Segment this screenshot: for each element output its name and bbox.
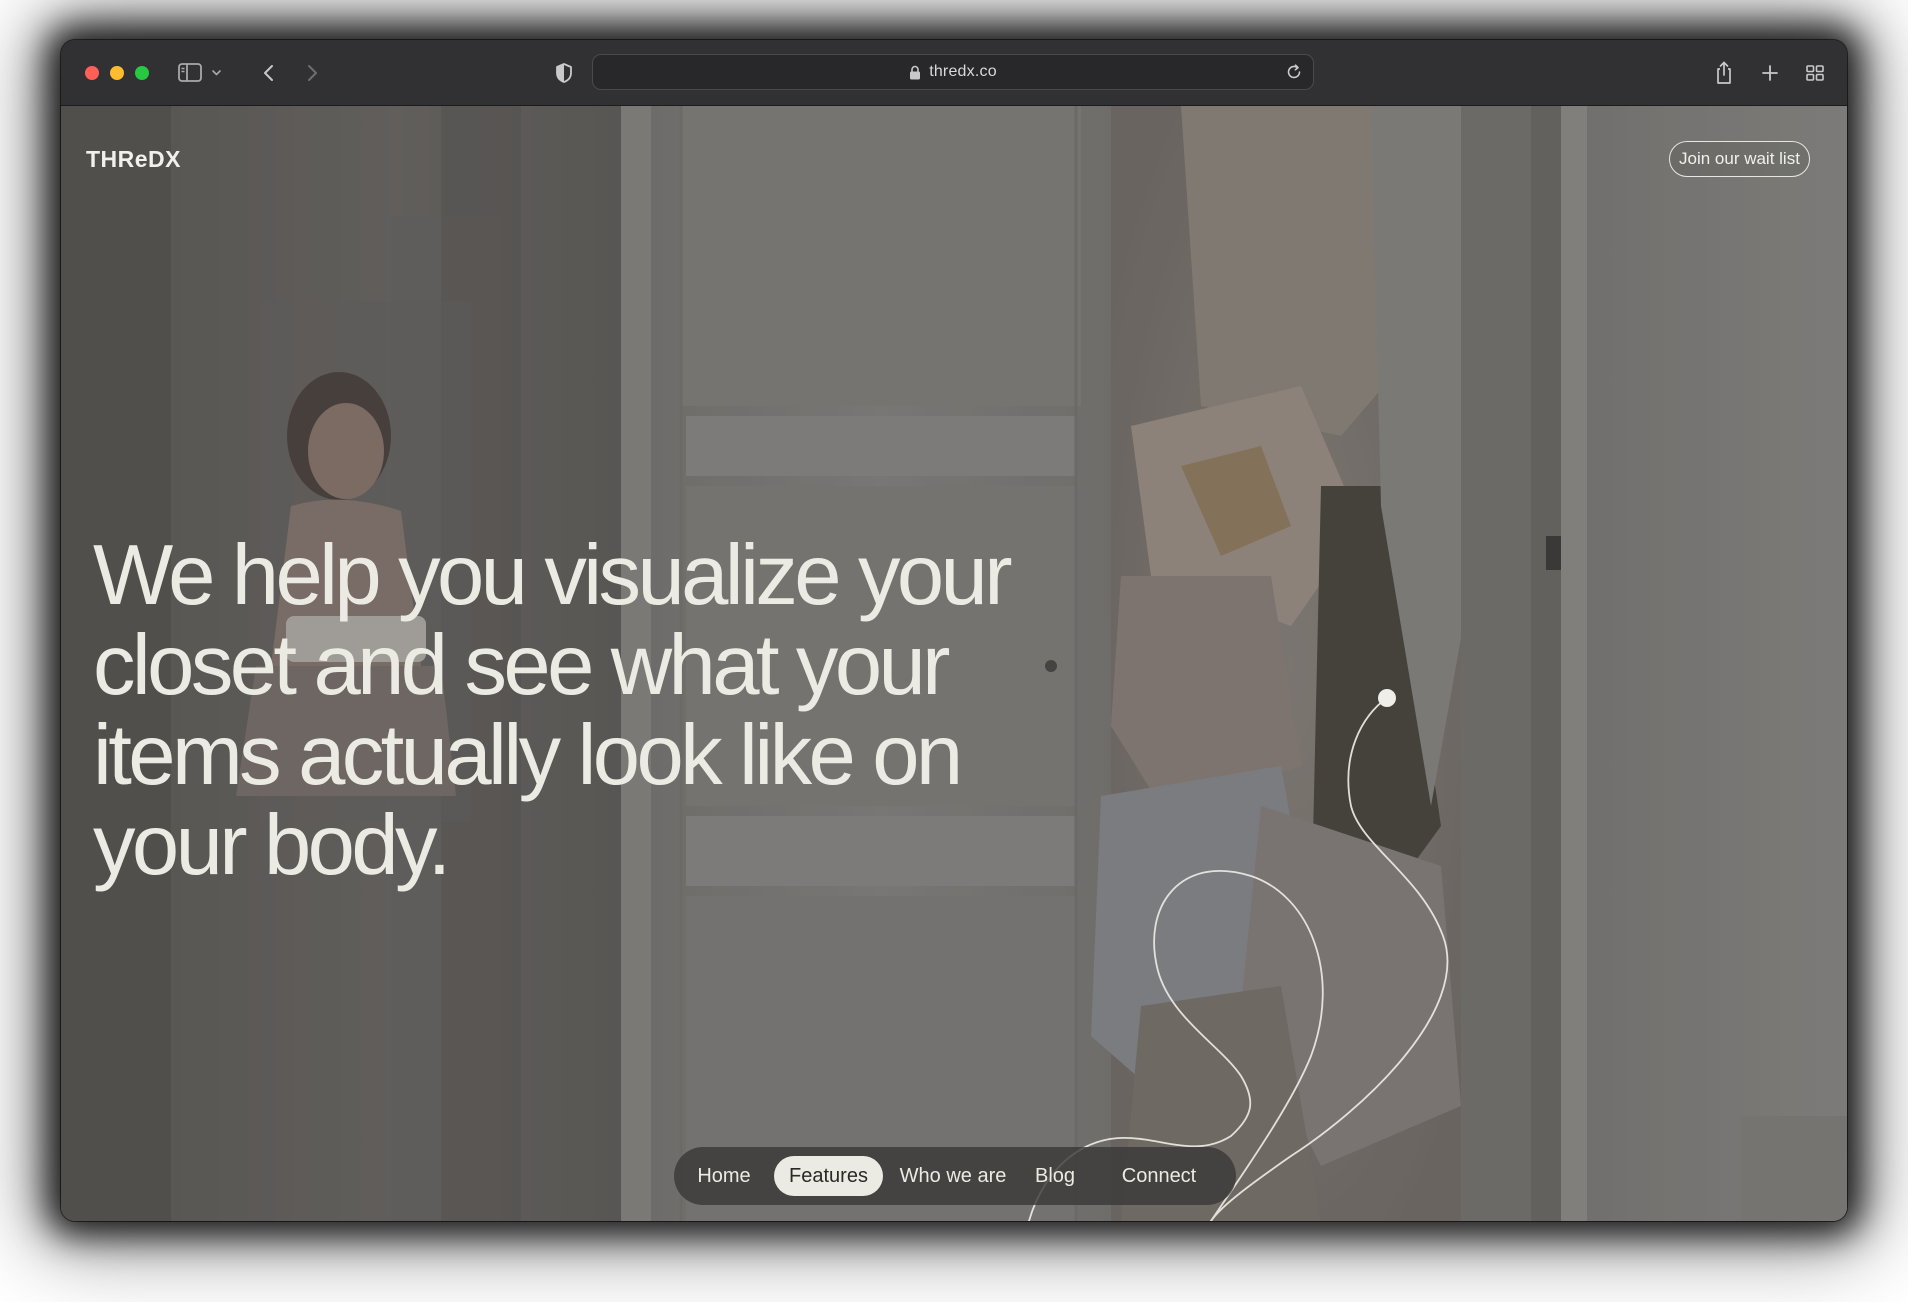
close-window-button[interactable] — [85, 66, 99, 80]
privacy-report-button[interactable] — [552, 58, 576, 88]
tab-overview-button[interactable] — [1803, 58, 1827, 88]
tab-grid-icon — [1806, 65, 1824, 81]
nav-item-connect[interactable]: Connect — [1095, 1156, 1223, 1196]
chevron-right-icon — [308, 65, 317, 81]
screenshot-stage: thredx.co THReDX Join our wait list We h… — [0, 0, 1908, 1302]
nav-item-blog[interactable]: Blog — [1023, 1156, 1087, 1196]
shield-icon — [556, 63, 572, 83]
browser-toolbar: thredx.co — [61, 40, 1847, 106]
browser-window: thredx.co THReDX Join our wait list We h… — [61, 40, 1847, 1221]
join-wait-list-button[interactable]: Join our wait list — [1669, 141, 1810, 177]
zoom-window-button[interactable] — [135, 66, 149, 80]
chevron-left-icon — [264, 65, 273, 81]
site-logo[interactable]: THReDX — [86, 146, 181, 173]
web-content: THReDX Join our wait list We help you vi… — [61, 106, 1847, 1221]
nav-item-home[interactable]: Home — [684, 1156, 764, 1196]
address-bar[interactable]: thredx.co — [592, 54, 1314, 90]
bottom-nav-bar: Home Features Who we are Blog Connect — [674, 1147, 1236, 1205]
minimize-window-button[interactable] — [110, 66, 124, 80]
nav-item-who-we-are[interactable]: Who we are — [891, 1156, 1015, 1196]
back-button[interactable] — [257, 58, 281, 88]
share-button[interactable] — [1712, 58, 1736, 88]
share-icon — [1717, 61, 1731, 84]
lock-icon — [910, 65, 921, 79]
sidebar-icon — [178, 63, 221, 82]
address-display: thredx.co — [593, 55, 1313, 89]
thread-dot — [1378, 689, 1396, 707]
new-tab-button[interactable] — [1758, 58, 1782, 88]
reload-icon[interactable] — [1285, 63, 1303, 81]
sidebar-toggle-button[interactable] — [178, 58, 224, 88]
nav-item-features[interactable]: Features — [774, 1156, 883, 1196]
plus-icon — [1762, 65, 1778, 81]
forward-button[interactable] — [300, 58, 324, 88]
url-text: thredx.co — [929, 63, 997, 80]
hero-headline: We help you visualize your closet and se… — [93, 528, 1013, 893]
